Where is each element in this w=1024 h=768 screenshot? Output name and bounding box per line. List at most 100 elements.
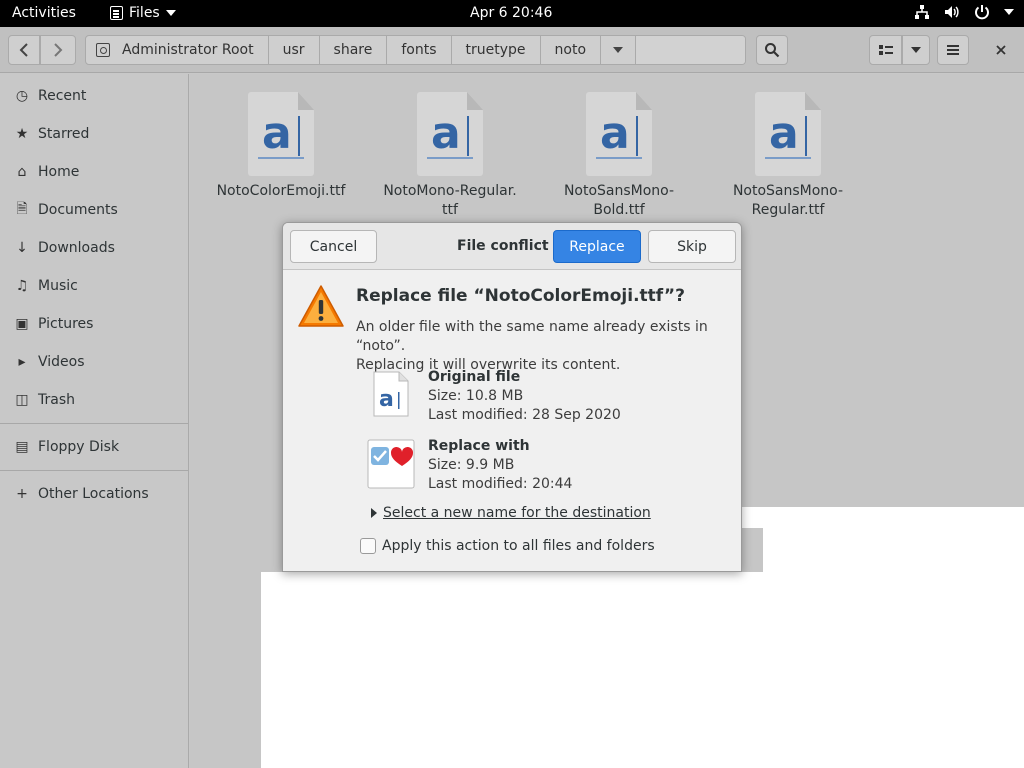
star-icon: ★ — [15, 126, 29, 142]
volume-icon — [945, 6, 959, 18]
file-name-line2: Regular.ttf — [751, 202, 825, 218]
file-item[interactable]: a NotoSansMono- Regular.ttf — [718, 92, 858, 220]
file-name-line1: NotoMono-Regular. — [383, 183, 517, 199]
close-window-button[interactable] — [986, 35, 1016, 65]
file-name-line1: NotoSansMono- — [563, 183, 675, 199]
sidebar-item-trash[interactable]: ◫ Trash — [0, 385, 188, 415]
sidebar-item-pictures[interactable]: ▣ Pictures — [0, 309, 188, 339]
font-file-icon: a — [755, 92, 821, 176]
search-icon — [765, 43, 780, 58]
rename-expander-label: Select a new name for the destination — [383, 505, 651, 521]
system-tray[interactable] — [914, 4, 1014, 20]
sidebar-item-label: Other Locations — [38, 486, 149, 502]
main-menu-button[interactable] — [937, 35, 969, 65]
view-mode-button[interactable] — [869, 35, 902, 65]
replacement-file-size: Size: 9.9 MB — [428, 457, 515, 473]
sidebar-item-other-locations[interactable]: + Other Locations — [0, 479, 188, 509]
sidebar-item-documents[interactable]: 🗎 Documents — [0, 195, 188, 225]
home-icon: ⌂ — [17, 164, 27, 180]
chevron-down-icon — [165, 10, 176, 16]
sidebar-item-label: Videos — [38, 354, 85, 370]
sidebar-item-videos[interactable]: ▸ Videos — [0, 347, 188, 377]
sidebar-item-label: Pictures — [38, 316, 94, 332]
network-icon — [915, 5, 929, 19]
plus-icon: + — [16, 486, 28, 502]
sidebar-item-label: Downloads — [38, 240, 115, 256]
files-app-icon — [110, 6, 123, 20]
original-file-modified: Last modified: 28 Sep 2020 — [428, 407, 621, 423]
apply-to-all-row[interactable]: Apply this action to all files and folde… — [360, 538, 655, 554]
replace-button[interactable]: Replace — [553, 230, 641, 263]
sidebar-item-label: Documents — [38, 202, 118, 218]
camera-icon: ▣ — [15, 316, 29, 332]
font-file-icon: a — [417, 92, 483, 176]
rename-expander[interactable]: Select a new name for the destination — [371, 505, 651, 521]
sidebar-item-label: Floppy Disk — [38, 439, 120, 455]
chevron-down-icon — [911, 47, 921, 53]
file-conflict-dialog: Cancel File conflict Replace Skip Replac… — [282, 222, 742, 572]
original-file-size: Size: 10.8 MB — [428, 388, 524, 404]
chevron-down-icon — [613, 47, 624, 53]
expander-arrow-icon — [371, 508, 377, 518]
path-menu-button[interactable] — [601, 36, 637, 64]
sidebar-item-label: Recent — [38, 88, 87, 104]
chevron-down-icon — [1004, 9, 1014, 15]
cancel-button[interactable]: Cancel — [290, 230, 377, 263]
music-icon: ♫ — [15, 278, 29, 294]
sidebar-item-label: Music — [38, 278, 78, 294]
sidebar-item-recent[interactable]: ◷ Recent — [0, 81, 188, 111]
sidebar-item-downloads[interactable]: ↓ Downloads — [0, 233, 188, 263]
file-name-line1: NotoColorEmoji.ttf — [216, 183, 346, 199]
crumb-fonts[interactable]: fonts — [387, 36, 452, 64]
file-item[interactable]: a NotoMono-Regular. ttf — [380, 92, 520, 220]
skip-button[interactable]: Skip — [648, 230, 736, 263]
description-line1: An older file with the same name already… — [356, 319, 708, 354]
trash-icon: ◫ — [15, 392, 29, 408]
search-button[interactable] — [756, 35, 788, 65]
sidebar: ◷ Recent ★ Starred ⌂ Home 🗎 Documents ↓ Downl… — [0, 74, 189, 768]
chevron-left-icon — [19, 43, 28, 57]
font-file-icon: a — [371, 370, 419, 418]
dialog-header: Cancel File conflict Replace Skip — [283, 223, 741, 270]
sidebar-item-floppy-disk[interactable]: ▤ Floppy Disk — [0, 432, 188, 462]
file-item[interactable]: a NotoSansMono- Bold.ttf — [549, 92, 689, 220]
view-options-button[interactable] — [902, 35, 930, 65]
path-bar-filler — [636, 36, 745, 64]
sidebar-item-home[interactable]: ⌂ Home — [0, 157, 188, 187]
crumb-noto[interactable]: noto — [541, 36, 602, 64]
font-file-icon: a — [586, 92, 652, 176]
list-view-icon — [878, 45, 893, 55]
activities-button[interactable]: Activities — [12, 5, 76, 21]
crumb-root[interactable]: Administrator Root — [86, 36, 269, 64]
replacement-file-info: Replace with Size: 9.9 MB Last modified:… — [428, 437, 572, 494]
back-button[interactable] — [8, 35, 40, 65]
crumb-truetype[interactable]: truetype — [452, 36, 541, 64]
font-file-icon: a — [248, 92, 314, 176]
sidebar-item-music[interactable]: ♫ Music — [0, 271, 188, 301]
power-icon — [975, 5, 989, 20]
download-icon: ↓ — [16, 240, 28, 256]
conflict-headline: Replace file “NotoColorEmoji.ttf”? — [356, 286, 685, 306]
clock[interactable]: Apr 6 20:46 — [470, 5, 552, 21]
chevron-right-icon — [54, 43, 63, 57]
conflict-description: An older file with the same name already… — [356, 318, 736, 375]
file-item[interactable]: a NotoColorEmoji.ttf — [211, 92, 351, 201]
sidebar-item-starred[interactable]: ★ Starred — [0, 119, 188, 149]
forward-button[interactable] — [40, 35, 76, 65]
crumb-usr[interactable]: usr — [269, 36, 320, 64]
original-file-info: Original file Size: 10.8 MB Last modifie… — [428, 368, 621, 425]
emoji-file-thumbnail-icon — [367, 439, 415, 489]
clock-icon: ◷ — [15, 88, 29, 104]
file-name-line1: NotoSansMono- — [732, 183, 844, 199]
crumb-share[interactable]: share — [320, 36, 388, 64]
blank-region — [261, 572, 1024, 768]
crumb-label: Administrator Root — [122, 42, 254, 58]
close-icon — [996, 45, 1006, 55]
file-name-line2: ttf — [442, 202, 458, 218]
apply-to-all-label: Apply this action to all files and folde… — [382, 538, 655, 554]
app-name: Files — [129, 5, 160, 21]
replacement-file-modified: Last modified: 20:44 — [428, 476, 573, 492]
apply-to-all-checkbox[interactable] — [360, 538, 376, 554]
app-menu[interactable]: Files — [110, 5, 176, 21]
sidebar-divider — [0, 423, 188, 424]
